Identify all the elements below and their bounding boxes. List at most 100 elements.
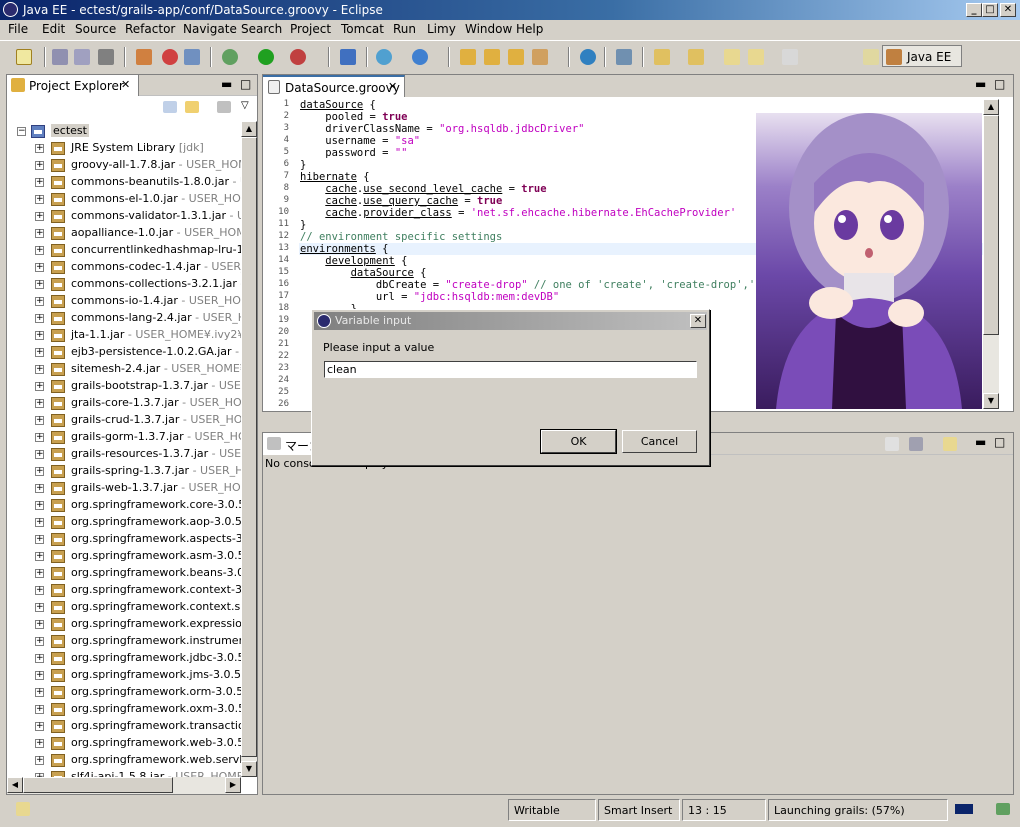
tree-item[interactable]: + org.springframework.asm-3.0.5.RE — [7, 548, 241, 565]
expand-icon[interactable]: + — [35, 229, 44, 238]
expand-icon[interactable]: + — [35, 756, 44, 765]
open-folder-icon[interactable] — [508, 49, 524, 65]
scroll-right-icon[interactable]: ▶ — [225, 777, 241, 793]
print-icon[interactable] — [98, 49, 114, 65]
tree-item[interactable]: + org.springframework.web.servlet-3 — [7, 752, 241, 769]
tree-item[interactable]: + org.springframework.expression-3 — [7, 616, 241, 633]
tree-item[interactable]: + JRE System Library [jdk] — [7, 140, 241, 157]
expand-icon[interactable]: + — [35, 433, 44, 442]
open-resource-icon[interactable] — [484, 49, 500, 65]
sync-icon[interactable] — [616, 49, 632, 65]
new-server-icon[interactable] — [340, 49, 356, 65]
tree-item[interactable]: + org.springframework.jdbc-3.0.5.RE — [7, 650, 241, 667]
expand-icon[interactable]: + — [35, 450, 44, 459]
tree-item[interactable]: + grails-core-1.3.7.jar - USER_HOM — [7, 395, 241, 412]
expand-icon[interactable]: + — [35, 535, 44, 544]
tree-item[interactable]: + commons-lang-2.4.jar - USER_HOM — [7, 310, 241, 327]
scroll-thumb-horizontal[interactable] — [23, 777, 173, 793]
maximize-editor-icon[interactable]: □ — [994, 77, 1005, 91]
expand-icon[interactable]: + — [35, 654, 44, 663]
tree-item[interactable]: + org.springframework.web-3.0.5.RE — [7, 735, 241, 752]
menu-search[interactable]: Search — [241, 22, 282, 36]
menu-tomcat[interactable]: Tomcat — [341, 22, 384, 36]
scroll-thumb[interactable] — [983, 115, 999, 335]
expand-icon[interactable]: + — [35, 144, 44, 153]
expand-icon[interactable]: + — [35, 195, 44, 204]
forward-icon[interactable] — [782, 49, 798, 65]
next-annotation-icon[interactable] — [654, 49, 670, 65]
tree-item[interactable]: + grails-resources-1.3.7.jar - USEF — [7, 446, 241, 463]
external-tools-icon[interactable] — [290, 49, 306, 65]
tree-item[interactable]: + commons-validator-1.3.1.jar - US — [7, 208, 241, 225]
new-package-icon[interactable] — [376, 49, 392, 65]
expand-icon[interactable]: + — [35, 399, 44, 408]
expand-icon[interactable]: + — [35, 331, 44, 340]
close-tab-icon[interactable]: ✕ — [388, 80, 397, 93]
tree-item[interactable]: +commons-collections-3.2.1.jar - l — [7, 276, 241, 293]
progress-view-icon[interactable] — [996, 803, 1010, 815]
stop-icon[interactable] — [162, 49, 178, 65]
progress-indicator[interactable] — [952, 799, 990, 821]
collapse-all-icon[interactable] — [163, 101, 177, 113]
ok-button[interactable]: OK — [540, 429, 617, 454]
clear-console-icon[interactable] — [885, 437, 899, 451]
minimize-button[interactable]: _ — [966, 3, 982, 17]
expand-icon[interactable]: + — [35, 637, 44, 646]
tree-item[interactable]: + commons-el-1.0.jar - USER_HOM — [7, 191, 241, 208]
save-all-icon[interactable] — [74, 49, 90, 65]
dialog-close-button[interactable]: ✕ — [690, 314, 706, 328]
scroll-down-icon[interactable]: ▼ — [983, 393, 999, 409]
view-menu-icon[interactable]: ▽ — [241, 100, 249, 111]
new-class-icon[interactable] — [412, 49, 428, 65]
scroll-down-icon[interactable]: ▼ — [241, 761, 257, 777]
display-console-icon[interactable] — [909, 437, 923, 451]
back-icon[interactable] — [748, 49, 764, 65]
tree-item[interactable]: + slf4j-api-1.5.8.jar - USER_HOME — [7, 769, 241, 777]
expand-icon[interactable]: + — [35, 739, 44, 748]
tree-item[interactable]: + org.springframework.core-3.0.5.RE — [7, 497, 241, 514]
expand-icon[interactable]: + — [35, 348, 44, 357]
menu-window[interactable]: Window — [465, 22, 512, 36]
menu-help[interactable]: Help — [516, 22, 543, 36]
menu-navigate[interactable]: Navigate — [183, 22, 237, 36]
tree-item[interactable]: +ejb3-persistence-1.0.2.GA.jar - U — [7, 344, 241, 361]
tree-item[interactable]: + sitemesh-2.4.jar - USER_HOME¥. — [7, 361, 241, 378]
scroll-left-icon[interactable]: ◀ — [7, 777, 23, 793]
tree-item[interactable]: + org.springframework.context.supp — [7, 599, 241, 616]
tree-item[interactable]: + org.springframework.orm-3.0.5.RE — [7, 684, 241, 701]
close-button[interactable]: ✕ — [1000, 3, 1016, 17]
tree-item[interactable]: + jta-1.1.jar - USER_HOME¥.ivy2¥c — [7, 327, 241, 344]
scroll-thumb[interactable] — [241, 137, 257, 757]
expand-icon[interactable]: + — [35, 586, 44, 595]
minimize-view-icon[interactable]: ▬ — [221, 77, 232, 91]
horizontal-scrollbar[interactable]: ◀ ▶ — [7, 777, 241, 794]
link-editor-icon[interactable] — [185, 101, 199, 113]
minimize-console-icon[interactable]: ▬ — [975, 435, 986, 449]
debug-icon[interactable] — [222, 49, 238, 65]
menu-source[interactable]: Source — [75, 22, 116, 36]
expand-icon[interactable]: + — [35, 722, 44, 731]
expand-icon[interactable]: + — [35, 314, 44, 323]
tree-item[interactable]: + org.springframework.aop-3.0.5.RE — [7, 514, 241, 531]
pencil-icon[interactable] — [532, 49, 548, 65]
expand-icon[interactable]: + — [35, 263, 44, 272]
fast-view-icon[interactable] — [16, 802, 30, 816]
tree-item[interactable]: + grails-spring-1.3.7.jar - USER_HO — [7, 463, 241, 480]
close-tab-icon[interactable]: ✕ — [121, 78, 130, 91]
vertical-scrollbar[interactable]: ▲ ▼ — [241, 121, 257, 777]
tree-item[interactable]: + commons-io-1.4.jar - USER_HOM — [7, 293, 241, 310]
toggle-icon[interactable] — [184, 49, 200, 65]
maximize-button[interactable]: □ — [982, 3, 998, 17]
tree-item[interactable]: + concurrentlinkedhashmap-lru-1.0 — [7, 242, 241, 259]
open-perspective-icon[interactable] — [863, 49, 879, 65]
new-icon[interactable] — [16, 49, 32, 65]
expand-icon[interactable]: + — [35, 552, 44, 561]
minimize-editor-icon[interactable]: ▬ — [975, 77, 986, 91]
tree-item[interactable]: + org.springframework.transaction-3 — [7, 718, 241, 735]
scroll-up-icon[interactable]: ▲ — [983, 99, 999, 115]
tab-datasource-groovy[interactable]: DataSource.groovy ✕ — [263, 75, 405, 97]
expand-icon[interactable]: + — [35, 382, 44, 391]
expand-icon[interactable]: + — [35, 467, 44, 476]
tree-item[interactable]: + grails-web-1.3.7.jar - USER_HOM — [7, 480, 241, 497]
expand-icon[interactable]: + — [35, 246, 44, 255]
